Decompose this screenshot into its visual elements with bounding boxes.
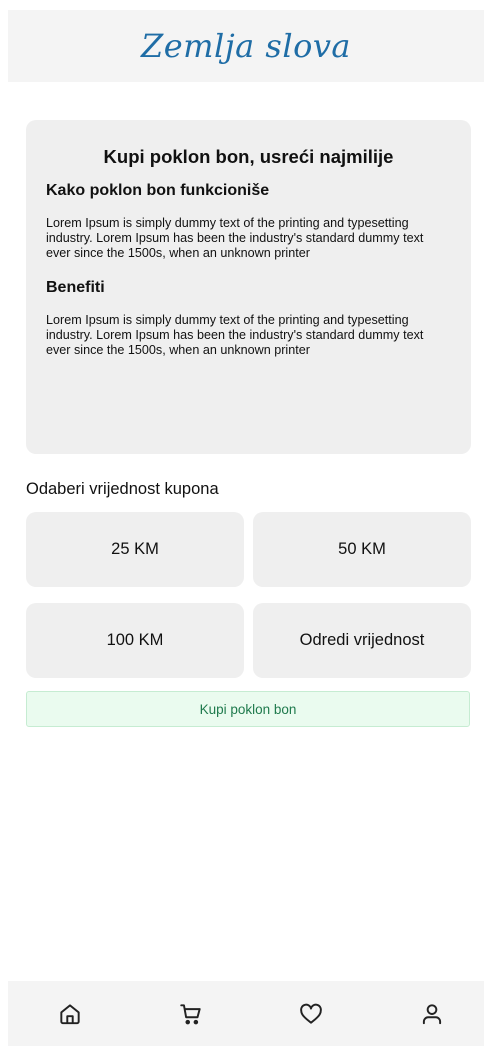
how-it-works-heading: Kako poklon bon funkcioniše (46, 182, 270, 199)
nav-cart[interactable] (175, 998, 207, 1030)
card-title: Kupi poklon bon, usreći najmilije (46, 146, 451, 168)
voucher-option-100[interactable]: 100 KM (26, 603, 244, 678)
voucher-option-label: 25 KM (111, 540, 159, 558)
voucher-option-label: 50 KM (338, 540, 386, 558)
app-logo[interactable]: Zemlja slova (141, 27, 351, 65)
voucher-option-25[interactable]: 25 KM (26, 512, 244, 587)
nav-home[interactable] (54, 998, 86, 1030)
bottom-navigation (8, 981, 484, 1046)
buy-voucher-button[interactable]: Kupi poklon bon (26, 691, 470, 727)
benefits-text: Lorem Ipsum is simply dummy text of the … (46, 313, 424, 357)
home-icon (60, 1003, 80, 1024)
nav-profile[interactable] (416, 998, 448, 1030)
gift-voucher-info-card: Kupi poklon bon, usreći najmilije Kako p… (26, 120, 471, 454)
user-icon (422, 1003, 442, 1024)
how-it-works-text: Lorem Ipsum is simply dummy text of the … (46, 216, 424, 260)
voucher-option-custom[interactable]: Odredi vrijednost (253, 603, 471, 678)
voucher-value-label: Odaberi vrijednost kupona (26, 480, 219, 498)
voucher-option-label: 100 KM (106, 631, 164, 649)
page: Zemlja slova Kupi poklon bon, usreći naj… (0, 0, 484, 1046)
nav-favorites[interactable] (295, 998, 327, 1030)
cart-icon (179, 1003, 201, 1024)
benefits-heading: Benefiti (46, 279, 105, 296)
voucher-option-50[interactable]: 50 KM (253, 512, 471, 587)
buy-voucher-label: Kupi poklon bon (199, 701, 297, 717)
app-header: Zemlja slova (8, 10, 484, 82)
heart-icon (300, 1003, 323, 1024)
voucher-option-label: Odredi vrijednost (299, 631, 425, 649)
card-title-rest: usreći najmilije (254, 146, 394, 167)
card-title-bold: Kupi poklon bon, (103, 146, 255, 167)
